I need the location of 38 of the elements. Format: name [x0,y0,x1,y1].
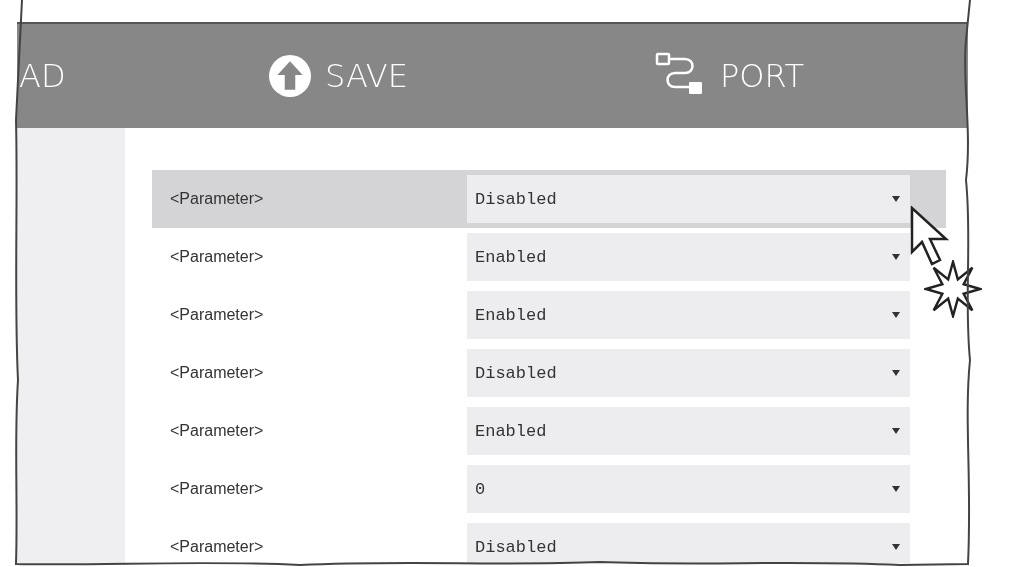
dropdown-value: 0 [475,479,486,499]
caret-icon [892,370,900,376]
parameter-label: <Parameter> [169,364,265,382]
dropdown-value: Enabled [475,421,547,441]
parameter-row[interactable]: <Parameter> 0 [152,460,946,518]
value-dropdown[interactable]: 0 [467,465,910,513]
dropdown-value: Enabled [475,305,547,325]
parameter-row[interactable]: <Parameter> Enabled [152,286,946,344]
parameter-row[interactable]: <Parameter> Disabled [152,518,946,563]
caret-icon [892,312,900,318]
parameter-row[interactable]: <Parameter> Enabled [152,402,946,460]
parameter-label: <Parameter> [169,538,265,556]
parameter-label: <Parameter> [169,306,265,324]
dropdown-value: Disabled [475,189,557,209]
value-dropdown[interactable]: Enabled [467,291,910,339]
dropdown-value: Disabled [475,537,557,557]
dropdown-value: Disabled [475,363,557,383]
parameter-label: <Parameter> [169,480,265,498]
value-dropdown[interactable]: Disabled [467,523,910,563]
toolbar-button[interactable]: SAVE [269,46,654,106]
parameter-row[interactable]: <Parameter> Disabled [152,344,946,402]
toolbar-button[interactable]: PORT [654,46,804,106]
caret-icon [892,196,900,202]
caret-icon [892,254,900,260]
caret-icon [892,428,900,434]
value-dropdown[interactable]: Enabled [467,407,910,455]
value-dropdown[interactable]: Disabled [467,175,910,223]
parameter-label: <Parameter> [169,190,265,208]
caret-icon [892,544,900,550]
value-dropdown[interactable]: Disabled [467,349,910,397]
caret-icon [892,486,900,492]
parameter-row[interactable]: <Parameter> Disabled [152,170,946,228]
parameter-label: <Parameter> [169,422,265,440]
dropdown-value: Enabled [475,247,547,267]
value-dropdown[interactable]: Enabled [467,233,910,281]
upload-icon [269,55,311,97]
parameter-label: <Parameter> [169,248,265,266]
toolbar-button[interactable]: AD [19,46,269,106]
